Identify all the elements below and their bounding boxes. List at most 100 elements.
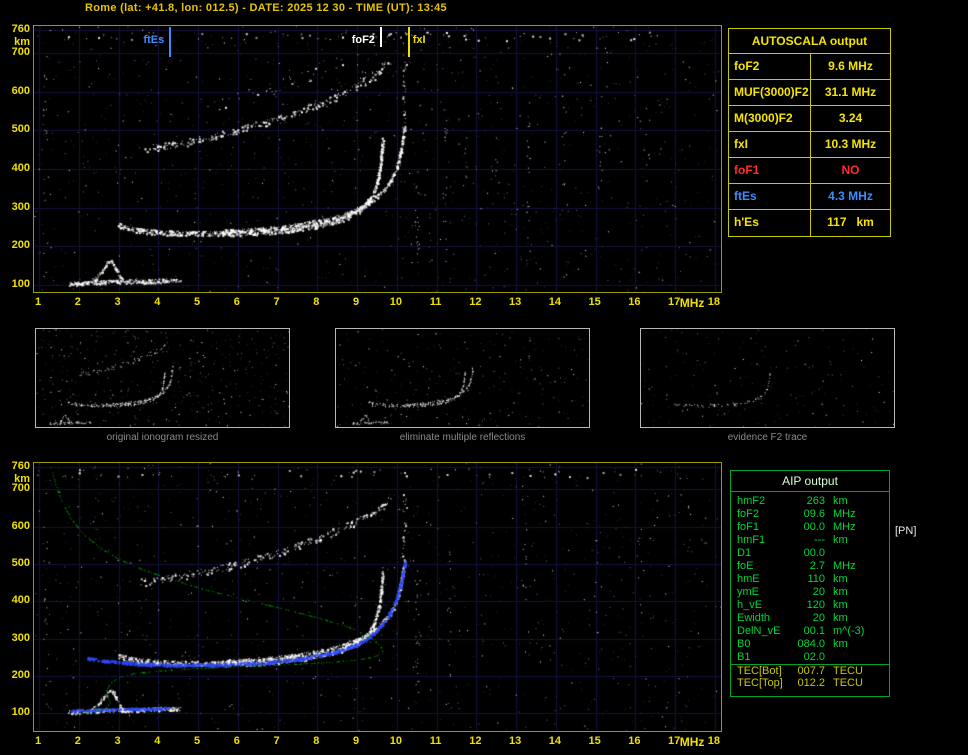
aip-param-name: D1 — [731, 547, 789, 560]
aip-param-unit: MHz — [825, 560, 889, 573]
autoscala-row-foF1: foF1NO — [729, 158, 890, 184]
autoscala-screen: Rome (lat: +41.8, lon: 012.5) - DATE: 20… — [0, 0, 968, 755]
aip-param-name: foF2 — [731, 508, 789, 521]
aip-row-foF1: foF100.0MHz — [731, 521, 889, 534]
y-tick-label: 760 — [3, 460, 30, 472]
aip-param-name: B0 — [731, 638, 789, 651]
x-tick-label: 9 — [346, 296, 366, 308]
annotation-line-fxI — [408, 27, 410, 57]
x-tick-label: 16 — [624, 735, 644, 747]
annotation-label-fxI: fxI — [413, 34, 457, 46]
autoscala-param-value: 3.24 — [811, 106, 890, 131]
autoscala-param-value: 31.1 MHz — [811, 80, 890, 105]
x-tick-label: 8 — [306, 735, 326, 747]
x-tick-label: 14 — [545, 296, 565, 308]
x-tick-label: 1 — [28, 735, 48, 747]
aip-param-unit: m^(-3) — [825, 625, 889, 638]
aip-param-value: 012.2 — [789, 677, 825, 690]
aip-row-h_vE: h_vE120km — [731, 599, 889, 612]
aip-param-unit — [825, 547, 889, 560]
aip-param-name: hmE — [731, 573, 789, 586]
y-axis-unit: km — [3, 36, 30, 48]
aip-param-unit: km — [825, 599, 889, 612]
top-ionogram — [33, 25, 722, 293]
aip-table-title: AIP output — [731, 471, 889, 492]
annotation-line-foF2 — [380, 27, 382, 47]
x-tick-label: 10 — [386, 296, 406, 308]
aip-row-D1: D100.0 — [731, 547, 889, 560]
top-ionogram-canvas — [34, 26, 721, 292]
autoscala-param-name: h'Es — [729, 210, 811, 236]
aip-row-hmF2: hmF2263km — [731, 495, 889, 508]
x-tick-label: 14 — [545, 735, 565, 747]
aip-row-Ewidth: Ewidth20km — [731, 612, 889, 625]
aip-row-ymE: ymE20km — [731, 586, 889, 599]
x-tick-label: 15 — [585, 735, 605, 747]
y-tick-label: 300 — [3, 632, 30, 644]
y-tick-label: 500 — [3, 557, 30, 569]
aip-output-table: AIP output hmF2263kmfoF209.6MHzfoF100.0M… — [730, 470, 890, 697]
aip-param-value: 20 — [789, 586, 825, 599]
aip-row-hmF1: hmF1---km — [731, 534, 889, 547]
autoscala-row-ftEs: ftEs4.3 MHz — [729, 184, 890, 210]
x-tick-label: 11 — [426, 296, 446, 308]
y-tick-label: 300 — [3, 201, 30, 213]
aip-param-unit: km — [825, 612, 889, 625]
aip-param-value: 263 — [789, 495, 825, 508]
aip-param-name: foE — [731, 560, 789, 573]
pn-note: [PN] — [895, 525, 916, 537]
autoscala-param-value: 9.6 MHz — [811, 54, 890, 79]
y-tick-label: 100 — [3, 278, 30, 290]
aip-row-hmE: hmE110km — [731, 573, 889, 586]
autoscala-param-value: 117 km — [811, 210, 890, 236]
autoscala-param-name: fxI — [729, 132, 811, 157]
aip-param-name: h_vE — [731, 599, 789, 612]
x-tick-label: 11 — [426, 735, 446, 747]
aip-param-unit: km — [825, 495, 889, 508]
thumbnail-eliminate-reflections-canvas — [336, 329, 589, 427]
aip-param-name: DelN_vE — [731, 625, 789, 638]
thumbnail-eliminate-reflections — [335, 328, 590, 428]
aip-param-unit: MHz — [825, 508, 889, 521]
autoscala-param-value: 4.3 MHz — [811, 184, 890, 209]
thumbnail-caption-original: original ionogram resized — [35, 432, 290, 443]
autoscala-param-value: 10.3 MHz — [811, 132, 890, 157]
y-tick-label: 400 — [3, 162, 30, 174]
autoscala-row-MUF(3000)F2: MUF(3000)F231.1 MHz — [729, 80, 890, 106]
x-axis-unit: MHz — [676, 296, 708, 310]
x-tick-label: 2 — [68, 735, 88, 747]
aip-row-DelN_vE: DelN_vE00.1m^(-3) — [731, 625, 889, 638]
aip-param-value: 00.0 — [789, 547, 825, 560]
aip-row-foF2: foF209.6MHz — [731, 508, 889, 521]
station-header: Rome (lat: +41.8, lon: 012.5) - DATE: 20… — [85, 2, 447, 14]
x-tick-label: 1 — [28, 296, 48, 308]
aip-param-value: 110 — [789, 573, 825, 586]
autoscala-param-name: M(3000)F2 — [729, 106, 811, 131]
thumbnail-evidence-f2-trace-canvas — [641, 329, 894, 427]
x-tick-label: 2 — [68, 296, 88, 308]
y-tick-label: 200 — [3, 669, 30, 681]
aip-param-unit — [825, 651, 889, 664]
x-tick-label: 15 — [585, 296, 605, 308]
y-tick-label: 600 — [3, 520, 30, 532]
autoscala-table-rows: foF29.6 MHzMUF(3000)F231.1 MHzM(3000)F23… — [729, 54, 890, 236]
aip-param-name: hmF1 — [731, 534, 789, 547]
x-tick-label: 4 — [147, 296, 167, 308]
aip-param-unit: km — [825, 586, 889, 599]
aip-param-value: 00.1 — [789, 625, 825, 638]
autoscala-table-title: AUTOSCALA output — [729, 29, 890, 54]
aip-param-name: Ewidth — [731, 612, 789, 625]
aip-param-value: 2.7 — [789, 560, 825, 573]
thumbnail-evidence-f2-trace — [640, 328, 895, 428]
autoscala-param-name: foF1 — [729, 158, 811, 183]
aip-param-value: 09.6 — [789, 508, 825, 521]
aip-param-name: TEC[Top] — [731, 677, 789, 690]
x-tick-label: 12 — [465, 296, 485, 308]
annotation-line-ftEs — [169, 27, 171, 57]
autoscala-param-name: ftEs — [729, 184, 811, 209]
aip-row-B0: B0084.0km — [731, 638, 889, 651]
x-tick-label: 3 — [108, 296, 128, 308]
bottom-ionogram — [33, 462, 722, 732]
aip-row-foE: foE2.7MHz — [731, 560, 889, 573]
autoscala-row-fxI: fxI10.3 MHz — [729, 132, 890, 158]
